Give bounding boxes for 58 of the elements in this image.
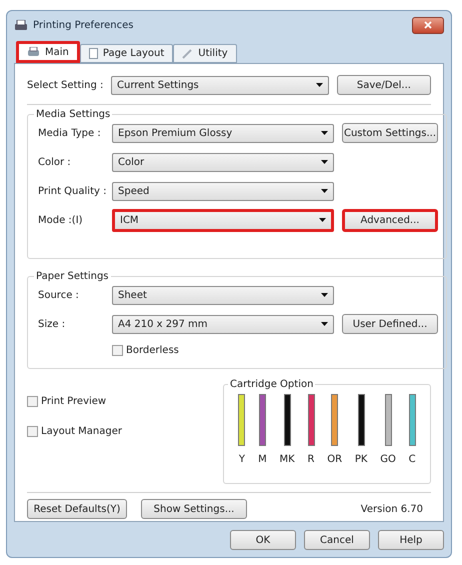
checkbox-label: Borderless: [126, 344, 179, 356]
caret-icon: [321, 131, 328, 135]
user-defined-button[interactable]: User Defined...: [342, 314, 438, 334]
group-title: Cartridge Option: [229, 379, 314, 390]
field-label: Source :: [38, 290, 80, 300]
dropdown[interactable]: Speed: [112, 182, 334, 200]
reset-defaults-button[interactable]: Reset Defaults(Y): [27, 499, 127, 519]
save-delete-button[interactable]: Save/Del...: [336, 75, 431, 95]
caret-icon: [316, 83, 323, 87]
settings-button[interactable]: Custom Settings...: [342, 123, 438, 143]
ink-label: OR: [327, 454, 342, 465]
group-title: Media Settings: [35, 109, 112, 120]
caret-icon: [319, 218, 326, 222]
tab[interactable]: Utility: [173, 44, 237, 63]
tab[interactable]: Main: [16, 41, 80, 63]
field-label: Color :: [38, 156, 72, 168]
caret-icon: [321, 189, 328, 193]
close-button[interactable]: [412, 16, 444, 34]
page-icon: [88, 48, 98, 59]
printer-icon: [27, 47, 40, 57]
checkbox[interactable]: [112, 344, 123, 356]
ink-label: PK: [354, 454, 368, 465]
field-label: Media Type :: [38, 128, 102, 138]
dropdown[interactable]: ICM: [112, 208, 334, 232]
version-text: Version 6.70: [360, 504, 423, 514]
dialog-button[interactable]: OK: [230, 530, 296, 550]
dropdown[interactable]: Sheet: [112, 286, 334, 304]
dropdown[interactable]: Current Settings: [111, 76, 329, 94]
close-icon: [424, 21, 432, 29]
dialog-button[interactable]: Help: [378, 530, 444, 550]
checkbox-label: Layout Manager: [41, 426, 122, 436]
dropdown[interactable]: Epson Premium Glossy: [112, 124, 334, 142]
field-label: Size :: [38, 318, 66, 330]
dropdown[interactable]: Color: [112, 152, 334, 172]
pen-icon: [182, 48, 194, 59]
dropdown[interactable]: A4 210 x 297 mm: [112, 314, 334, 334]
field-label: Print Quality :: [38, 186, 108, 196]
ink-label: R: [308, 454, 314, 465]
checkbox[interactable]: [27, 396, 38, 406]
caret-icon: [321, 160, 328, 164]
ink-label: GO: [380, 454, 396, 465]
ink-label: C: [408, 454, 416, 465]
checkbox[interactable]: [27, 426, 38, 436]
checkbox-label: Print Preview: [41, 396, 106, 406]
ink-label: M: [258, 454, 267, 465]
window-title: Printing Preferences: [33, 20, 134, 30]
caret-icon: [321, 293, 328, 297]
ink-label: Y: [238, 454, 245, 465]
tab[interactable]: Page Layout: [80, 44, 174, 63]
caret-icon: [321, 322, 328, 326]
field-label: Select Setting :: [27, 80, 104, 90]
field-label: Mode :(I): [38, 214, 84, 226]
group-title: Paper Settings: [35, 271, 110, 282]
ink-label: MK: [280, 454, 295, 465]
show-settings-button[interactable]: Show Settings...: [141, 499, 247, 519]
settings-button[interactable]: Advanced...: [342, 208, 438, 232]
dialog-button[interactable]: Cancel: [304, 530, 370, 550]
printer-icon: [14, 20, 28, 30]
